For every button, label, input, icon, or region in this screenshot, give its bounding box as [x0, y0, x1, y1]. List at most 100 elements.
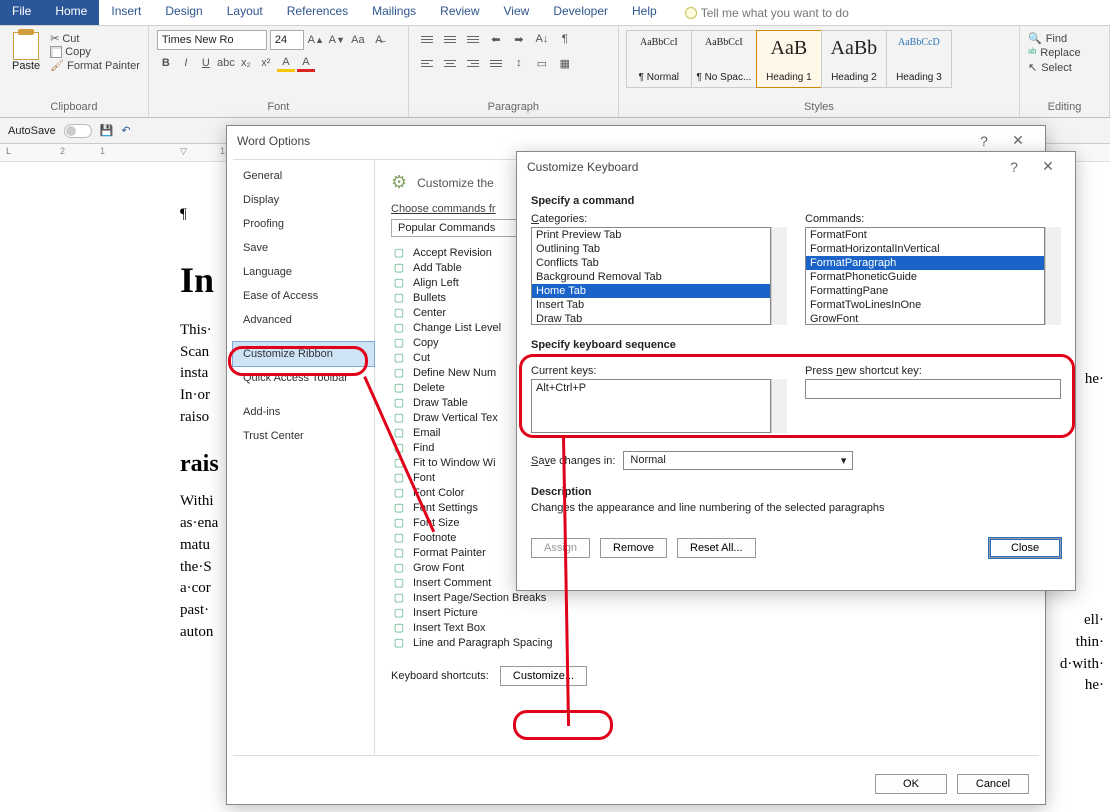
options-nav-general[interactable]: General	[233, 164, 374, 188]
close-icon[interactable]: ✕	[1001, 132, 1035, 149]
assign-button[interactable]: Assign	[531, 538, 590, 558]
shading-button[interactable]: ▭	[532, 54, 552, 72]
select-button[interactable]: ↖Select	[1028, 61, 1101, 74]
category-conflicts-tab[interactable]: Conflicts Tab	[532, 256, 770, 270]
font-name-combo[interactable]: Times New Ro	[157, 30, 267, 50]
choose-commands-combo[interactable]: Popular Commands	[391, 219, 531, 237]
font-size-combo[interactable]: 24	[270, 30, 304, 50]
save-changes-combo[interactable]: Normal▾	[623, 451, 853, 470]
current-keys-box[interactable]: Alt+Ctrl+P	[531, 379, 771, 433]
kb-command-formattwolinesinone[interactable]: FormatTwoLinesInOne	[806, 298, 1044, 312]
align-right-button[interactable]	[463, 54, 483, 72]
scrollbar[interactable]	[1045, 227, 1061, 325]
increase-indent-button[interactable]: ➡	[509, 30, 529, 48]
tell-me-search[interactable]: Tell me what you want to do	[673, 0, 861, 25]
kb-command-formattingpane[interactable]: FormattingPane	[806, 284, 1044, 298]
category-draw-tab[interactable]: Draw Tab	[532, 312, 770, 325]
options-nav-customize-ribbon[interactable]: Customize Ribbon	[233, 342, 374, 366]
decrease-indent-button[interactable]: ⬅	[486, 30, 506, 48]
category-insert-tab[interactable]: Insert Tab	[532, 298, 770, 312]
scrollbar[interactable]	[771, 379, 787, 433]
line-spacing-button[interactable]: ↕	[509, 54, 529, 72]
ok-button[interactable]: OK	[875, 774, 947, 794]
options-nav-proofing[interactable]: Proofing	[233, 212, 374, 236]
style---no-spac---[interactable]: AaBbCcI¶ No Spac...	[691, 30, 757, 88]
tab-insert[interactable]: Insert	[99, 0, 153, 25]
bold-button[interactable]: B	[157, 54, 175, 72]
tab-file[interactable]: File	[0, 0, 43, 25]
font-color-button[interactable]: A	[297, 54, 315, 72]
commands-listbox[interactable]: FormatFontFormatHorizontalInVerticalForm…	[805, 227, 1045, 325]
kb-command-formathorizontalinvertical[interactable]: FormatHorizontalInVertical	[806, 242, 1044, 256]
style-heading-3[interactable]: AaBbCcDHeading 3	[886, 30, 952, 88]
scrollbar[interactable]	[771, 227, 787, 325]
reset-all-button[interactable]: Reset All...	[677, 538, 756, 558]
show-marks-button[interactable]: ¶	[555, 30, 575, 48]
command-insert-text-box[interactable]: ▢Insert Text Box	[391, 620, 1023, 635]
remove-button[interactable]: Remove	[600, 538, 667, 558]
sort-button[interactable]: A↓	[532, 30, 552, 48]
style---normal[interactable]: AaBbCcI¶ Normal	[626, 30, 692, 88]
format-painter-button[interactable]: 🖌Format Painter	[50, 59, 140, 72]
justify-button[interactable]	[486, 54, 506, 72]
options-nav-save[interactable]: Save	[233, 236, 374, 260]
tab-view[interactable]: View	[492, 0, 542, 25]
kb-command-formatparagraph[interactable]: FormatParagraph	[806, 256, 1044, 270]
copy-button[interactable]: Copy	[50, 46, 140, 58]
kb-command-growfont[interactable]: GrowFont	[806, 312, 1044, 325]
numbering-button[interactable]	[440, 30, 460, 48]
options-nav-ease-of-access[interactable]: Ease of Access	[233, 284, 374, 308]
undo-icon[interactable]: ↶	[121, 124, 130, 137]
category-home-tab[interactable]: Home Tab	[532, 284, 770, 298]
superscript-button[interactable]: x²	[257, 54, 275, 72]
kb-command-formatfont[interactable]: FormatFont	[806, 228, 1044, 242]
new-shortcut-input[interactable]	[805, 379, 1061, 399]
options-nav-quick-access-toolbar[interactable]: Quick Access Toolbar	[233, 366, 374, 390]
change-case-button[interactable]: Aa	[349, 31, 367, 49]
tab-design[interactable]: Design	[153, 0, 214, 25]
highlight-button[interactable]: A	[277, 54, 295, 72]
clear-formatting-button[interactable]: A̶	[370, 31, 388, 49]
shrink-font-button[interactable]: A▼	[328, 31, 346, 49]
style-heading-1[interactable]: AaBHeading 1	[756, 30, 822, 88]
subscript-button[interactable]: x₂	[237, 54, 255, 72]
tab-developer[interactable]: Developer	[541, 0, 620, 25]
bullets-button[interactable]	[417, 30, 437, 48]
align-center-button[interactable]	[440, 54, 460, 72]
italic-button[interactable]: I	[177, 54, 195, 72]
options-nav-language[interactable]: Language	[233, 260, 374, 284]
command-line-and-paragraph-spacing[interactable]: ▢Line and Paragraph Spacing	[391, 635, 1023, 650]
borders-button[interactable]: ▦	[555, 54, 575, 72]
customize-keyboard-button[interactable]: Customize...	[500, 666, 587, 686]
options-nav-add-ins[interactable]: Add-ins	[233, 400, 374, 424]
save-icon[interactable]: 💾	[100, 124, 114, 137]
close-button[interactable]: Close	[989, 538, 1061, 558]
style-heading-2[interactable]: AaBbHeading 2	[821, 30, 887, 88]
strike-button[interactable]: abc	[217, 54, 235, 72]
category-outlining-tab[interactable]: Outlining Tab	[532, 242, 770, 256]
tab-home[interactable]: Home	[43, 0, 99, 25]
options-nav-trust-center[interactable]: Trust Center	[233, 424, 374, 448]
category-background-removal-tab[interactable]: Background Removal Tab	[532, 270, 770, 284]
customize-keyboard-titlebar[interactable]: Customize Keyboard ? ✕	[517, 152, 1075, 181]
tab-review[interactable]: Review	[428, 0, 491, 25]
categories-listbox[interactable]: Print Preview TabOutlining TabConflicts …	[531, 227, 771, 325]
kb-help-button[interactable]: ?	[997, 159, 1031, 175]
options-nav-display[interactable]: Display	[233, 188, 374, 212]
tab-references[interactable]: References	[275, 0, 360, 25]
kb-command-formatphoneticguide[interactable]: FormatPhoneticGuide	[806, 270, 1044, 284]
grow-font-button[interactable]: A▲	[307, 31, 325, 49]
paste-button[interactable]: Paste	[8, 30, 44, 99]
replace-button[interactable]: ᵃᵇReplace	[1028, 47, 1101, 59]
align-left-button[interactable]	[417, 54, 437, 72]
kb-close-icon[interactable]: ✕	[1031, 158, 1065, 175]
tab-help[interactable]: Help	[620, 0, 669, 25]
multilevel-button[interactable]	[463, 30, 483, 48]
find-button[interactable]: 🔍Find	[1028, 32, 1101, 45]
cut-button[interactable]: ✂Cut	[50, 32, 140, 45]
autosave-toggle[interactable]	[64, 124, 92, 138]
command-insert-picture[interactable]: ▢Insert Picture	[391, 605, 1023, 620]
options-nav-advanced[interactable]: Advanced	[233, 308, 374, 332]
underline-button[interactable]: U	[197, 54, 215, 72]
category-print-preview-tab[interactable]: Print Preview Tab	[532, 228, 770, 242]
